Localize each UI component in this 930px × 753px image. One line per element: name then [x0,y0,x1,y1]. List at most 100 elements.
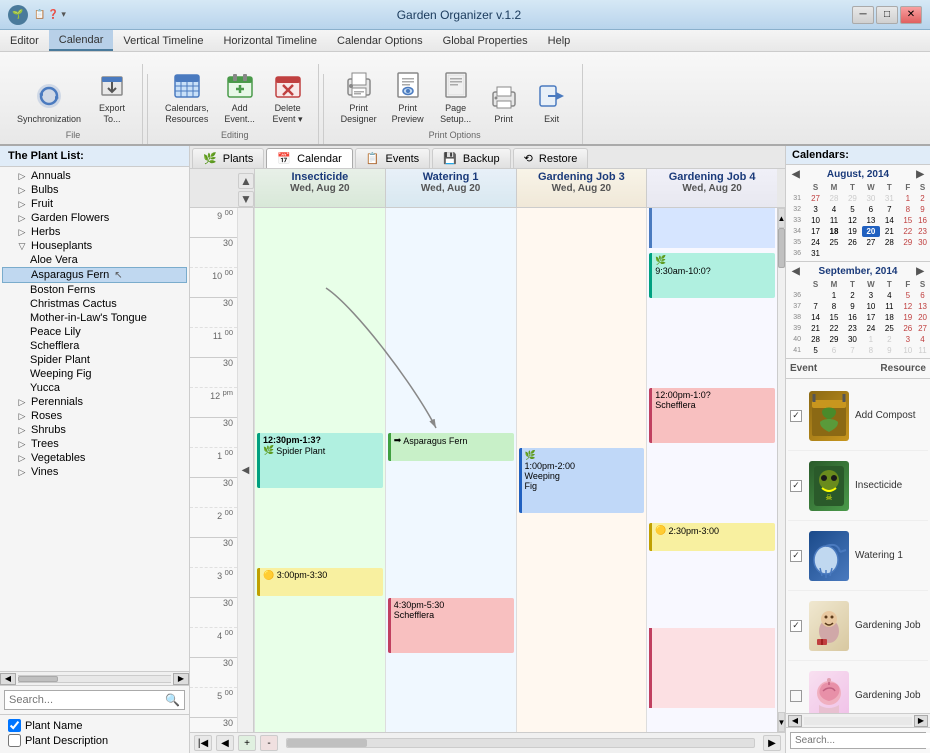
ribbon-exit-button[interactable]: Exit [530,77,574,128]
rp-scroll-right[interactable]: ▶ [914,715,928,727]
aug-day-16[interactable]: 16 [917,215,928,226]
menu-calendar[interactable]: Calendar [49,30,114,51]
right-panel-scrollbar[interactable]: ◀ ▶ [786,713,930,727]
tree-item-perennials[interactable]: ▷ Perennials [2,395,187,409]
nav-left-panel[interactable]: ◀ [238,208,254,732]
menu-editor[interactable]: Editor [0,30,49,51]
sep-day-15[interactable]: 15 [825,312,843,323]
tree-item-christmas-cactus[interactable]: Christmas Cactus [2,297,187,311]
tree-item-garden-flowers[interactable]: ▷ Garden Flowers [2,211,187,225]
aug-day-6[interactable]: 6 [862,204,880,215]
ribbon-calendars-button[interactable]: Calendars,Resources [160,66,214,128]
sep-day-23[interactable]: 23 [843,323,861,334]
tree-item-asparagus-fern[interactable]: Asparagus Fern ↖ [2,267,187,283]
aug-day-10[interactable]: 10 [806,215,824,226]
event-asparagus-fern[interactable]: ➡ Asparagus Fern [388,433,514,461]
sep-aug-31[interactable] [806,290,824,301]
sep-day-8[interactable]: 8 [825,301,843,312]
aug-day-30[interactable]: 30 [862,193,880,204]
aug-sep-6[interactable] [917,248,928,259]
scroll-up-arrow[interactable]: ▲ [238,173,254,189]
tree-item-vegetables[interactable]: ▷ Vegetables [2,451,187,465]
aug-day-31b[interactable]: 31 [806,248,824,259]
left-search-input[interactable] [9,694,165,706]
aug-day-27[interactable]: 27 [806,193,824,204]
sep-oct-10[interactable]: 10 [899,345,917,356]
tree-toggle-perennials[interactable]: ▷ [16,396,28,408]
tree-item-bulbs[interactable]: ▷ Bulbs [2,183,187,197]
v-scrollbar[interactable]: ▲ ▼ [777,208,785,732]
event-job4-top[interactable] [649,208,775,248]
aug-day-5[interactable]: 5 [843,204,861,215]
aug-day-20[interactable]: 20 [862,226,880,237]
sep-day-12[interactable]: 12 [899,301,917,312]
aug-day-17[interactable]: 17 [806,226,824,237]
event-weeping-fig[interactable]: 🌿 1:00pm-2:00 Weeping Fig [519,448,645,513]
checkbox-plant-description[interactable] [8,734,21,747]
tree-item-aloe-vera[interactable]: Aloe Vera [2,253,187,267]
aug-sep-1[interactable] [825,248,843,259]
aug-day-31[interactable]: 31 [880,193,898,204]
aug-day-22[interactable]: 22 [899,226,917,237]
event-12pm-schefflera[interactable]: 12:00pm-1:0? Schefflera [649,388,775,443]
tree-toggle-fruit[interactable]: ▷ [16,198,28,210]
check-watering1[interactable]: ✓ [790,550,802,562]
menu-help[interactable]: Help [538,30,581,51]
sep-day-18[interactable]: 18 [880,312,898,323]
left-panel-scrollbar[interactable]: ◀ ▶ [0,671,189,685]
tree-toggle-houseplants[interactable]: ▽ [16,240,28,252]
sep-day-25[interactable]: 25 [880,323,898,334]
sep-day-11[interactable]: 11 [880,301,898,312]
minimize-button[interactable]: ─ [852,6,874,24]
aug-day-14[interactable]: 14 [880,215,898,226]
rp-scroll-left[interactable]: ◀ [788,715,802,727]
check-gardening-job1[interactable]: ✓ [790,620,802,632]
check-add-compost[interactable]: ✓ [790,410,802,422]
cal-nav-add[interactable]: + [238,735,256,751]
event-spider-plant[interactable]: 12:30pm-1:3? 🌿 Spider Plant [257,433,383,488]
cal-nav-first[interactable]: |◀ [194,735,212,751]
sep-day-24[interactable]: 24 [862,323,880,334]
tree-toggle-garden-flowers[interactable]: ▷ [16,212,28,224]
aug-day-4[interactable]: 4 [825,204,843,215]
left-search-button[interactable]: 🔍 [165,693,180,707]
maximize-button[interactable]: □ [876,6,898,24]
sep-day-10[interactable]: 10 [862,301,880,312]
close-button[interactable]: ✕ [900,6,922,24]
tree-item-herbs[interactable]: ▷ Herbs [2,225,187,239]
scroll-down-btn[interactable]: ▼ [778,712,785,732]
cal-h-scroll-thumb[interactable] [287,739,367,747]
scroll-left-btn[interactable]: ◀ [0,673,16,685]
sep-oct-5[interactable]: 5 [806,345,824,356]
sep-oct-11[interactable]: 11 [917,345,928,356]
menu-global-properties[interactable]: Global Properties [433,30,538,51]
aug-day-29[interactable]: 29 [843,193,861,204]
aug-sep-4[interactable] [880,248,898,259]
ribbon-export-button[interactable]: ExportTo... [90,66,134,128]
mini-cal-sep-prev-btn[interactable]: ◀ [792,266,800,277]
ribbon-delete-event-button[interactable]: DeleteEvent ▾ [266,66,310,128]
event-schefflera-watering[interactable]: 4:30pm-5:30 Schefflera [388,598,514,653]
aug-day-13[interactable]: 13 [862,215,880,226]
aug-day-21[interactable]: 21 [880,226,898,237]
tree-item-shrubs[interactable]: ▷ Shrubs [2,423,187,437]
sep-oct-6[interactable]: 6 [825,345,843,356]
tree-item-mother-in-law[interactable]: Mother-in-Law's Tongue [2,311,187,325]
sep-day-21[interactable]: 21 [806,323,824,334]
aug-day-23[interactable]: 23 [917,226,928,237]
event-job4-bottom[interactable] [649,628,775,708]
cal-nav-prev[interactable]: ◀ [216,735,234,751]
aug-day-19[interactable]: 19 [843,226,861,237]
ribbon-page-setup-button[interactable]: PageSetup... [434,66,478,128]
tree-item-boston-ferns[interactable]: Boston Ferns [2,283,187,297]
sep-day-6[interactable]: 6 [917,290,928,301]
tree-item-houseplants[interactable]: ▽ Houseplants [2,239,187,253]
tree-item-peace-lily[interactable]: Peace Lily [2,325,187,339]
aug-day-28b[interactable]: 28 [880,237,898,248]
tree-toggle-trees[interactable]: ▷ [16,438,28,450]
scroll-up-btn[interactable]: ▲ [778,208,785,228]
sep-day-30[interactable]: 30 [843,334,861,345]
ribbon-synchronization-button[interactable]: Synchronization [12,77,86,128]
sep-day-19[interactable]: 19 [899,312,917,323]
sep-oct-3[interactable]: 3 [899,334,917,345]
